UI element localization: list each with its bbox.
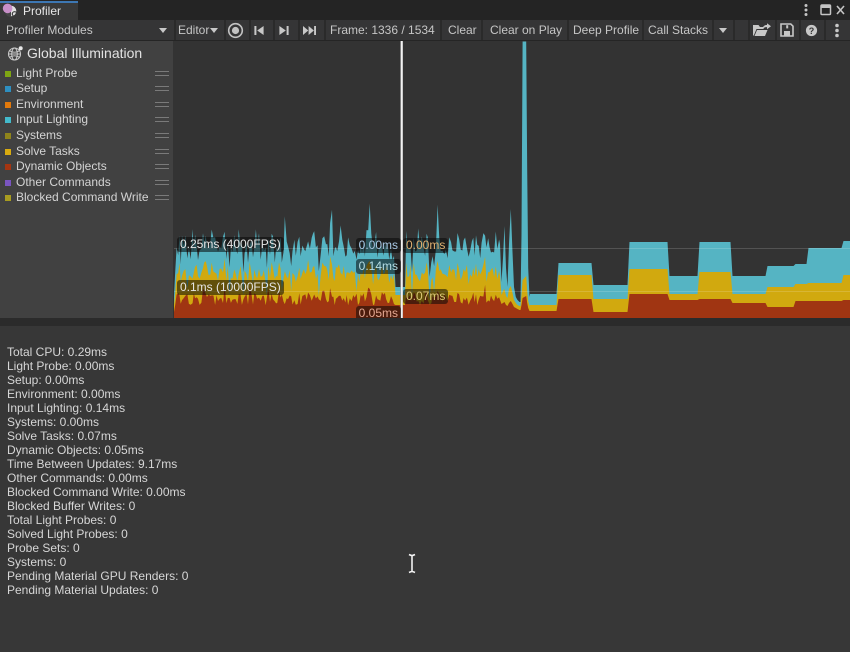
svg-text:?: ? [809, 26, 815, 36]
